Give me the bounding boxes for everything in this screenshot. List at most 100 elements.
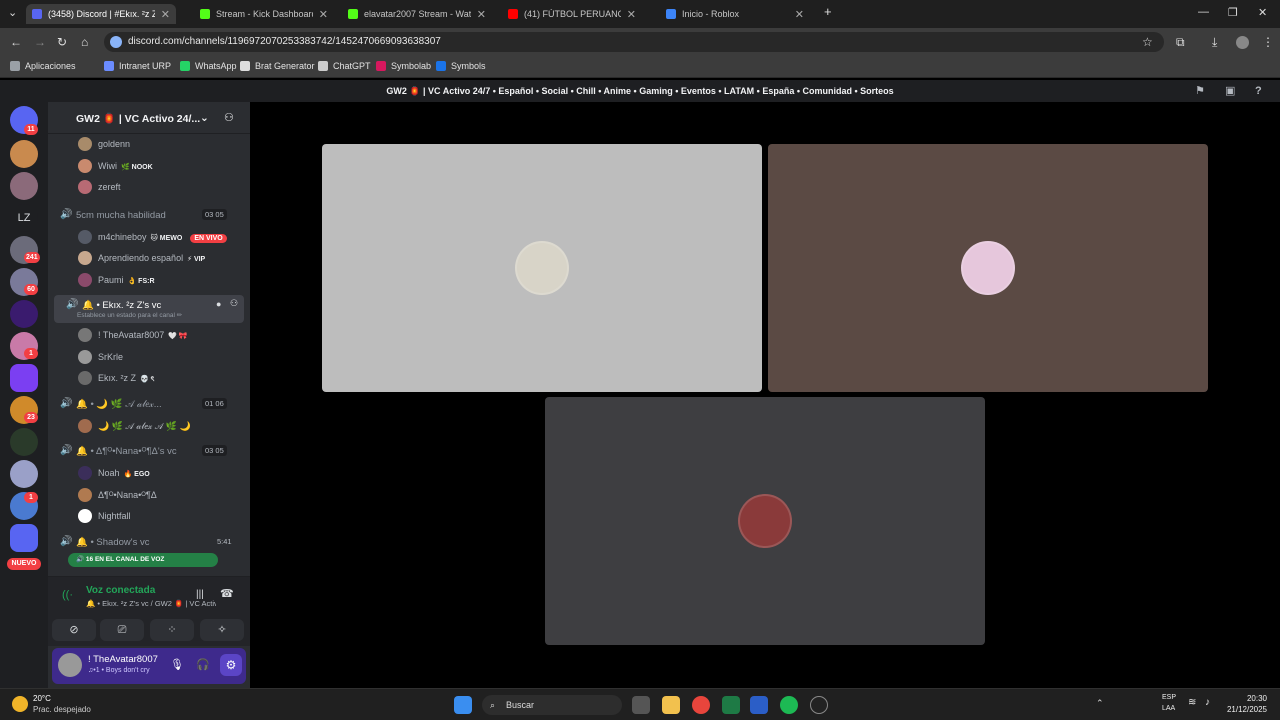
server-icon[interactable] (10, 524, 38, 552)
chat-icon[interactable]: ● (216, 299, 221, 309)
participant-avatar[interactable] (515, 241, 569, 295)
user-avatar[interactable] (58, 653, 82, 677)
server-icon[interactable] (10, 364, 38, 392)
help-icon[interactable]: ? (1255, 80, 1262, 102)
close-tab-icon[interactable]: ✕ (161, 8, 170, 21)
new-tab-button[interactable]: + (824, 4, 832, 19)
window-icon[interactable]: ▣ (1225, 80, 1235, 102)
bookmark-item[interactable]: Intranet URP (104, 61, 171, 71)
spotify-icon[interactable] (780, 696, 798, 714)
address-bar[interactable]: discord.com/channels/1196972070253383742… (104, 32, 1164, 52)
wifi-icon[interactable]: ≋ (1188, 697, 1196, 708)
bookmark-item[interactable]: Symbolab (376, 61, 431, 71)
settings-gear-icon[interactable]: ⚙ (220, 654, 242, 676)
maximize-button[interactable]: ❐ (1228, 6, 1238, 19)
video-off-button[interactable]: ⊘ (52, 619, 96, 641)
voice-channel[interactable]: 🔊 🔔 • Shadow's vc 5:41 (48, 532, 250, 552)
chrome-icon[interactable] (692, 696, 710, 714)
voice-channel[interactable]: 🔊 🔔 • Ekıx. ²z Z's vc Establece un estado … (54, 295, 244, 323)
voice-channel[interactable]: 🔊 5cm mucha habilidad 03 05 (48, 205, 250, 225)
video-tile[interactable] (768, 144, 1208, 392)
home-icon[interactable]: ⌂ (81, 35, 88, 49)
lang-code[interactable]: ESP (1162, 694, 1176, 701)
close-tab-icon[interactable]: ✕ (795, 8, 804, 21)
chevron-down-icon[interactable]: ⌄ (200, 112, 209, 124)
server-icon[interactable] (10, 300, 38, 328)
weather-icon[interactable] (12, 696, 28, 712)
server-icon[interactable] (10, 172, 38, 200)
voice-member[interactable]: ! TheAvatar8007 🤍 🎀 (48, 325, 250, 345)
voice-channel[interactable]: 🔊 🔔 • Δ¶ᴼ•Nana•ᴼ¶Δ's vc 03 05 (48, 441, 250, 461)
download-icon[interactable]: ⤓ (1212, 35, 1217, 50)
participant-avatar[interactable] (738, 494, 792, 548)
bookmark-item[interactable]: Brat Generator (240, 61, 315, 71)
soundboard-button[interactable]: ✧ (200, 619, 244, 641)
bookmark-item[interactable]: WhatsApp (180, 61, 237, 71)
voice-member[interactable]: Aprendiendo español ⚡ VIP (48, 248, 250, 268)
reload-icon[interactable]: ↻ (57, 35, 67, 49)
voice-member[interactable]: Δ¶ᴼ•Nana•ᴼ¶Δ (48, 485, 250, 505)
browser-tab[interactable]: (3458) Discord | #Ekıx. ²z Z's vc ✕ (26, 4, 176, 24)
video-tile[interactable] (322, 144, 762, 392)
microphone-icon[interactable]: 🎙 (170, 658, 184, 671)
word-icon[interactable] (750, 696, 768, 714)
menu-dots-icon[interactable]: ⋮ (1262, 35, 1274, 49)
voice-member[interactable]: Ekıx. ²z Z 💀 ৎ (48, 368, 250, 388)
server-icon-lz[interactable]: LZ (10, 204, 38, 232)
inbox-icon[interactable]: ⚑ (1195, 80, 1205, 102)
tray-chevron-icon[interactable]: ⌃ (1096, 698, 1104, 709)
bookmark-item[interactable]: Symbols (436, 61, 486, 71)
profile-avatar[interactable] (1236, 36, 1249, 49)
bookmark-star-icon[interactable]: ☆ (1142, 35, 1153, 49)
start-icon[interactable] (454, 696, 472, 714)
channel-status[interactable]: Establece un estado para el canal ✏ (77, 311, 182, 319)
activities-button[interactable]: ⁘ (150, 619, 194, 641)
add-member-icon[interactable]: ⚇ (224, 111, 234, 124)
voice-member[interactable]: zereft (48, 177, 250, 197)
browser-tab[interactable]: (41) FÚTBOL PERUANO OUT OF ✕ (502, 4, 642, 24)
close-window-button[interactable]: ✕ (1258, 6, 1267, 19)
task-view-icon[interactable] (632, 696, 650, 714)
volume-icon[interactable]: ♪ (1205, 697, 1210, 708)
browser-tab[interactable]: elavatar2007 Stream - Watch Li ✕ (342, 4, 492, 24)
voice-channel[interactable]: 🔊 🔔 • 🌙 🌿 𝒜 𝒶𝓁𝑒𝓍... 01 06 (48, 394, 250, 414)
voice-member[interactable]: Noah 🔥 EGO (48, 463, 250, 483)
soundboard-icon[interactable]: ||| (196, 589, 204, 600)
screen-share-button[interactable]: ⎚ (100, 619, 144, 641)
server-header[interactable]: GW2 🏮 | VC Activo 24/... ⌄ ⚇ (48, 102, 250, 134)
server-icon[interactable] (10, 460, 38, 488)
close-tab-icon[interactable]: ✕ (627, 8, 636, 21)
video-tile[interactable] (545, 397, 985, 645)
voice-member[interactable]: m4chineboy 🐱 MEWO EN VIVO (48, 227, 250, 247)
extensions-icon[interactable]: ⧉ (1176, 35, 1185, 50)
search-box[interactable]: ⌕ Buscar (482, 695, 622, 715)
invite-icon[interactable]: ⚇ (230, 298, 238, 309)
back-icon[interactable]: ← (10, 35, 22, 49)
browser-tab[interactable]: Inicio - Roblox ✕ (660, 4, 810, 24)
browser-tab[interactable]: Stream - Kick Dashboard ✕ (194, 4, 334, 24)
clock-time[interactable]: 20:30 (1221, 694, 1267, 703)
voice-member[interactable]: goldenn (48, 134, 250, 154)
voice-channel-path[interactable]: 🔔 • Ekıx. ²z Z's vc / GW2 🏮 | VC Activo.… (86, 599, 216, 608)
app-icon[interactable] (810, 696, 828, 714)
voice-channel-pill[interactable]: 🔊 16 EN EL CANAL DE VOZ (68, 553, 218, 567)
voice-member[interactable]: Wiwi 🌿 NOOK (48, 156, 250, 176)
voice-member[interactable]: Paumi 👌 FS:R (48, 270, 250, 290)
participant-avatar[interactable] (961, 241, 1015, 295)
close-tab-icon[interactable]: ✕ (319, 8, 328, 21)
site-info-icon[interactable] (110, 36, 122, 48)
headphones-icon[interactable]: 🎧 (196, 658, 210, 671)
voice-member[interactable]: SrKrle (48, 347, 250, 367)
server-icon[interactable] (10, 140, 38, 168)
bookmark-item[interactable]: ChatGPT (318, 61, 371, 71)
bookmark-item[interactable]: Aplicaciones (10, 61, 76, 71)
close-tab-icon[interactable]: ✕ (477, 8, 486, 21)
voice-member[interactable]: Nightfall (48, 506, 250, 526)
tab-search-icon[interactable]: ⌄ (8, 6, 17, 19)
excel-icon[interactable] (722, 696, 740, 714)
forward-icon[interactable]: → (34, 35, 46, 49)
disconnect-icon[interactable]: ☎ (220, 587, 234, 600)
signal-icon[interactable]: ((· (62, 589, 73, 601)
voice-member[interactable]: 🌙 🌿 𝒜 𝒶𝓁𝑒𝓍 𝒜 🌿 🌙 (48, 416, 250, 436)
server-icon[interactable] (10, 428, 38, 456)
